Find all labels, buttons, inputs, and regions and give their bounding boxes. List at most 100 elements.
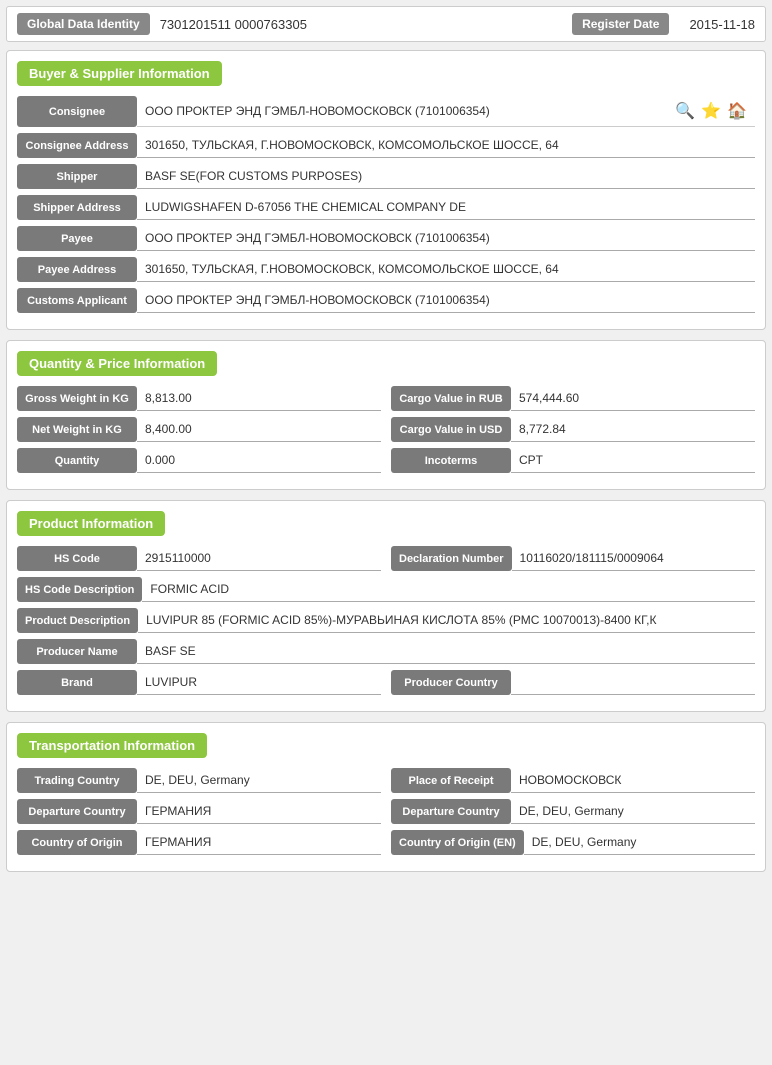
gross-weight-col: Gross Weight in KG 8,813.00: [17, 386, 381, 411]
cargo-value-rub-label: Cargo Value in RUB: [391, 386, 511, 411]
register-date-label[interactable]: Register Date: [572, 13, 669, 35]
gross-weight-label: Gross Weight in KG: [17, 386, 137, 411]
producer-country-label[interactable]: Producer Country: [391, 670, 511, 695]
departure-country-label: Departure Country: [17, 799, 137, 824]
producer-name-value: BASF SE: [137, 639, 755, 664]
shipper-row: Shipper BASF SE(FOR CUSTOMS PURPOSES): [17, 164, 755, 189]
consignee-address-value: 301650, ТУЛЬСКАЯ, Г.НОВОМОСКОВСК, КОМСОМ…: [137, 133, 755, 158]
place-of-receipt-label: Place of Receipt: [391, 768, 511, 793]
departure-country-row: Departure Country ГЕРМАНИЯ Departure Cou…: [17, 799, 755, 824]
shipper-address-row: Shipper Address LUDWIGSHAFEN D-67056 THE…: [17, 195, 755, 220]
cargo-value-usd-label: Cargo Value in USD: [391, 417, 511, 442]
place-of-receipt-col: Place of Receipt НОВОМОСКОВСК: [391, 768, 755, 793]
search-icon[interactable]: 🔍: [675, 101, 695, 121]
product-section: Product Information HS Code 2915110000 D…: [6, 500, 766, 712]
quantity-price-section: Quantity & Price Information Gross Weigh…: [6, 340, 766, 490]
producer-country-col: Producer Country: [391, 670, 755, 695]
payee-value: ООО ПРОКТЕР ЭНД ГЭМБЛ-НОВОМОСКОВСК (7101…: [137, 226, 755, 251]
incoterms-col: Incoterms CPT: [391, 448, 755, 473]
country-of-origin-value: ГЕРМАНИЯ: [137, 830, 381, 855]
hs-code-label: HS Code: [17, 546, 137, 571]
incoterms-label: Incoterms: [391, 448, 511, 473]
cargo-value-usd-value: 8,772.84: [511, 417, 755, 442]
declaration-number-label: Declaration Number: [391, 546, 512, 571]
trading-country-label: Trading Country: [17, 768, 137, 793]
consignee-value: ООО ПРОКТЕР ЭНД ГЭМБЛ-НОВОМОСКОВСК (7101…: [137, 96, 755, 127]
customs-applicant-label: Customs Applicant: [17, 288, 137, 313]
hs-code-desc-row: HS Code Description FORMIC ACID: [17, 577, 755, 602]
product-desc-label: Product Description: [17, 608, 138, 633]
consignee-text: ООО ПРОКТЕР ЭНД ГЭМБЛ-НОВОМОСКОВСК (7101…: [145, 104, 490, 118]
brand-label: Brand: [17, 670, 137, 695]
country-of-origin-row: Country of Origin ГЕРМАНИЯ Country of Or…: [17, 830, 755, 855]
trading-country-row: Trading Country DE, DEU, Germany Place o…: [17, 768, 755, 793]
quantity-row: Quantity 0.000 Incoterms CPT: [17, 448, 755, 473]
trading-country-value: DE, DEU, Germany: [137, 768, 381, 793]
country-of-origin-en-col: Country of Origin (EN) DE, DEU, Germany: [391, 830, 755, 855]
register-date-value: 2015-11-18: [679, 17, 755, 32]
quantity-value: 0.000: [137, 448, 381, 473]
departure-country-value: ГЕРМАНИЯ: [137, 799, 381, 824]
buyer-supplier-section: Buyer & Supplier Information Consignee О…: [6, 50, 766, 330]
incoterms-value: CPT: [511, 448, 755, 473]
customs-applicant-row: Customs Applicant ООО ПРОКТЕР ЭНД ГЭМБЛ-…: [17, 288, 755, 313]
buyer-supplier-title: Buyer & Supplier Information: [17, 61, 222, 86]
transportation-section: Transportation Information Trading Count…: [6, 722, 766, 872]
payee-row: Payee ООО ПРОКТЕР ЭНД ГЭМБЛ-НОВОМОСКОВСК…: [17, 226, 755, 251]
producer-name-label: Producer Name: [17, 639, 137, 664]
hs-code-desc-value: FORMIC ACID: [142, 577, 755, 602]
net-weight-value: 8,400.00: [137, 417, 381, 442]
hs-code-col: HS Code 2915110000: [17, 546, 381, 571]
payee-label: Payee: [17, 226, 137, 251]
product-desc-value: LUVIPUR 85 (FORMIC ACID 85%)-МУРАВЬИНАЯ …: [138, 608, 755, 633]
shipper-label: Shipper: [17, 164, 137, 189]
declaration-number-value: 10116020/181115/0009064: [512, 546, 755, 571]
country-of-origin-label: Country of Origin: [17, 830, 137, 855]
departure-country-col: Departure Country ГЕРМАНИЯ: [17, 799, 381, 824]
net-weight-col: Net Weight in KG 8,400.00: [17, 417, 381, 442]
departure-country-en-value: DE, DEU, Germany: [511, 799, 755, 824]
customs-applicant-value: ООО ПРОКТЕР ЭНД ГЭМБЛ-НОВОМОСКОВСК (7101…: [137, 288, 755, 313]
home-icon[interactable]: 🏠: [727, 101, 747, 121]
declaration-number-col: Declaration Number 10116020/181115/00090…: [391, 546, 755, 571]
global-data-identity-value: 7301201511 0000763305: [160, 17, 572, 32]
consignee-address-label: Consignee Address: [17, 133, 137, 158]
consignee-address-row: Consignee Address 301650, ТУЛЬСКАЯ, Г.НО…: [17, 133, 755, 158]
cargo-value-rub-col: Cargo Value in RUB 574,444.60: [391, 386, 755, 411]
brand-col: Brand LUVIPUR: [17, 670, 381, 695]
hs-code-desc-label: HS Code Description: [17, 577, 142, 602]
transportation-title: Transportation Information: [17, 733, 207, 758]
country-of-origin-en-label: Country of Origin (EN): [391, 830, 524, 855]
hs-code-value: 2915110000: [137, 546, 381, 571]
payee-address-value: 301650, ТУЛЬСКАЯ, Г.НОВОМОСКОВСК, КОМСОМ…: [137, 257, 755, 282]
payee-address-label: Payee Address: [17, 257, 137, 282]
page: Global Data Identity 7301201511 00007633…: [0, 0, 772, 888]
shipper-value: BASF SE(FOR CUSTOMS PURPOSES): [137, 164, 755, 189]
place-of-receipt-value: НОВОМОСКОВСК: [511, 768, 755, 793]
cargo-value-rub-value: 574,444.60: [511, 386, 755, 411]
quantity-label: Quantity: [17, 448, 137, 473]
brand-row: Brand LUVIPUR Producer Country: [17, 670, 755, 695]
consignee-label: Consignee: [17, 96, 137, 127]
product-title: Product Information: [17, 511, 165, 536]
product-desc-row: Product Description LUVIPUR 85 (FORMIC A…: [17, 608, 755, 633]
brand-value: LUVIPUR: [137, 670, 381, 695]
quantity-col: Quantity 0.000: [17, 448, 381, 473]
payee-address-row: Payee Address 301650, ТУЛЬСКАЯ, Г.НОВОМО…: [17, 257, 755, 282]
gross-weight-value: 8,813.00: [137, 386, 381, 411]
departure-country-en-label: Departure Country: [391, 799, 511, 824]
shipper-address-label: Shipper Address: [17, 195, 137, 220]
country-of-origin-en-value: DE, DEU, Germany: [524, 830, 755, 855]
quantity-price-title: Quantity & Price Information: [17, 351, 217, 376]
trading-country-col: Trading Country DE, DEU, Germany: [17, 768, 381, 793]
star-icon[interactable]: ⭐: [701, 101, 721, 121]
country-of-origin-col: Country of Origin ГЕРМАНИЯ: [17, 830, 381, 855]
global-data-identity-label: Global Data Identity: [17, 13, 150, 35]
hs-code-row: HS Code 2915110000 Declaration Number 10…: [17, 546, 755, 571]
action-icons: 🔍 ⭐ 🏠: [675, 101, 747, 121]
producer-name-row: Producer Name BASF SE: [17, 639, 755, 664]
net-weight-label: Net Weight in KG: [17, 417, 137, 442]
departure-country-en-col: Departure Country DE, DEU, Germany: [391, 799, 755, 824]
consignee-row: Consignee ООО ПРОКТЕР ЭНД ГЭМБЛ-НОВОМОСК…: [17, 96, 755, 127]
header-bar: Global Data Identity 7301201511 00007633…: [6, 6, 766, 42]
